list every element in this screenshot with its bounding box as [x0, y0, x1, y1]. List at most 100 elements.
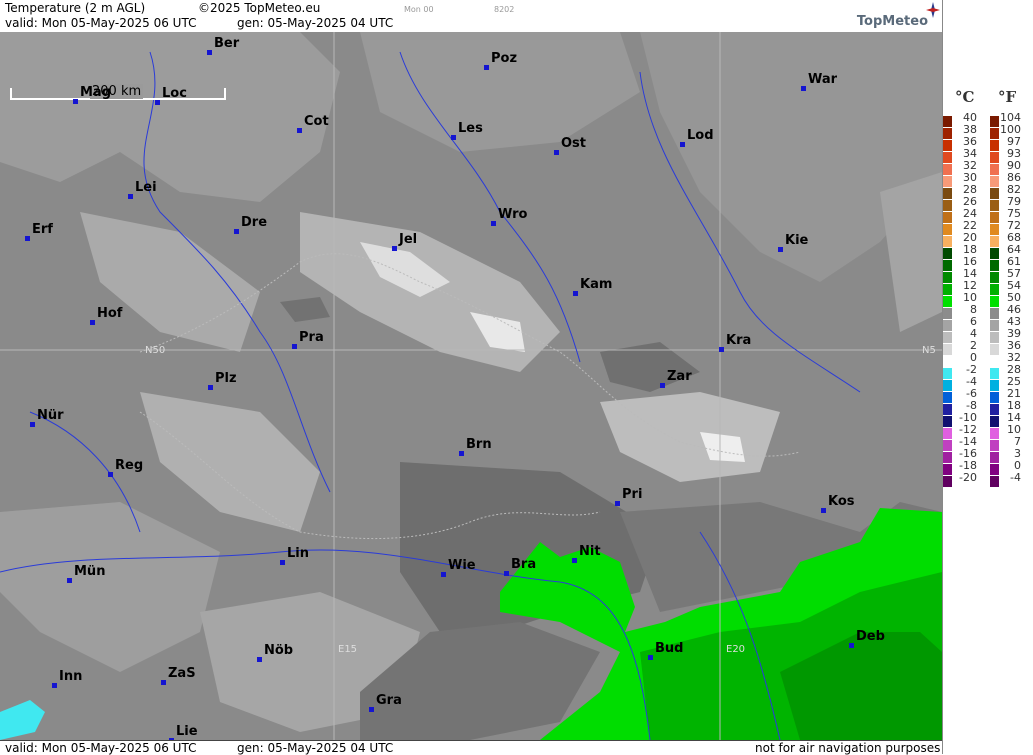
city-label: Kra: [726, 333, 752, 348]
city-label: Lod: [687, 128, 714, 143]
city-marker-icon: [680, 142, 685, 147]
city-marker-icon: [30, 422, 35, 427]
city-marker-icon: [719, 347, 724, 352]
valid-time: valid: Mon 05-May-2025 06 UTC: [5, 16, 197, 30]
city-label: Jel: [399, 232, 418, 247]
map-header: Temperature (2 m AGL) ©2025 TopMeteo.eu …: [0, 0, 942, 33]
city-label: Brn: [466, 437, 492, 452]
city-label: Lei: [135, 180, 157, 195]
city-label: Bra: [511, 557, 537, 572]
disclaimer: not for air navigation purposes: [755, 741, 941, 755]
grid-label-e15: E15: [338, 644, 358, 655]
city-label: Loc: [162, 86, 187, 101]
city-marker-icon: [504, 571, 509, 576]
run-code: Mon 00: [404, 5, 434, 14]
city-label: Hof: [97, 306, 123, 321]
unit-celsius: °C: [955, 88, 975, 106]
city-marker-icon: [280, 560, 285, 565]
city-marker-icon: [297, 128, 302, 133]
city-label: Gra: [376, 693, 402, 708]
legend-celsius-value: -20: [959, 471, 977, 484]
city-label: Deb: [856, 629, 885, 644]
city-label: Wie: [448, 558, 476, 573]
footer-generated-time: gen: 05-May-2025 04 UTC: [237, 741, 394, 755]
city-label: Ber: [214, 36, 240, 51]
city-marker-icon: [234, 229, 239, 234]
city-marker-icon: [73, 99, 78, 104]
city-marker-icon: [801, 86, 806, 91]
city-marker-icon: [821, 508, 826, 513]
city-label: Bud: [655, 641, 684, 656]
city-label: Nür: [37, 408, 64, 423]
city-marker-icon: [25, 236, 30, 241]
map-footer: valid: Mon 05-May-2025 06 UTC gen: 05-Ma…: [0, 740, 942, 755]
city-label: Kos: [828, 494, 855, 509]
city-marker-icon: [128, 194, 133, 199]
city-label: Les: [458, 121, 483, 136]
city-label: Nöb: [264, 643, 294, 658]
city-marker-icon: [392, 246, 397, 251]
city-label: Nit: [579, 544, 601, 559]
grid-label-n50: N50: [145, 345, 166, 356]
temperature-map[interactable]: 200 km N50 N5 E15 E20 Ber Poz War Mag Loc Cot…: [0, 32, 942, 740]
city-marker-icon: [572, 558, 577, 563]
city-marker-icon: [554, 150, 559, 155]
copyright: ©2025 TopMeteo.eu: [198, 1, 321, 15]
city-marker-icon: [778, 247, 783, 252]
city-label: ZaS: [168, 666, 196, 681]
city-marker-icon: [615, 501, 620, 506]
city-marker-icon: [155, 100, 160, 105]
city-marker-icon: [52, 683, 57, 688]
city-label: War: [808, 72, 838, 87]
city-label: Pra: [299, 330, 324, 345]
city-marker-icon: [451, 135, 456, 140]
city-marker-icon: [90, 320, 95, 325]
city-marker-icon: [491, 221, 496, 226]
unit-fahrenheit: °F: [998, 88, 1017, 106]
city-marker-icon: [161, 680, 166, 685]
city-label: Inn: [59, 669, 83, 684]
city-label: Kie: [785, 233, 809, 248]
city-marker-icon: [849, 643, 854, 648]
city-label: Reg: [115, 458, 144, 473]
city-label: Zar: [667, 369, 692, 384]
city-label: Cot: [304, 114, 329, 129]
city-label: Lie: [176, 724, 198, 739]
map-canvas: [0, 32, 942, 740]
city-marker-icon: [648, 655, 653, 660]
city-label: Ost: [561, 136, 587, 151]
city-label: Erf: [32, 222, 53, 237]
legend-fahrenheit-value: -4: [1010, 471, 1021, 484]
city-label: Lin: [287, 546, 309, 561]
generated-time: gen: 05-May-2025 04 UTC: [237, 16, 394, 30]
footer-valid-time: valid: Mon 05-May-2025 06 UTC: [5, 741, 197, 755]
grid-label-e20: E20: [726, 644, 746, 655]
city-label: Kam: [580, 277, 613, 292]
compass-icon: [926, 2, 940, 18]
legend-swatch: [943, 476, 952, 487]
city-marker-icon: [257, 657, 262, 662]
city-marker-icon: [484, 65, 489, 70]
city-marker-icon: [108, 472, 113, 477]
city-marker-icon: [441, 572, 446, 577]
city-label: Plz: [215, 371, 237, 386]
city-marker-icon: [208, 385, 213, 390]
city-marker-icon: [67, 578, 72, 583]
brand-logo[interactable]: TopMeteo: [857, 14, 928, 29]
city-marker-icon: [369, 707, 374, 712]
map-title: Temperature (2 m AGL): [5, 1, 146, 15]
city-marker-icon: [207, 50, 212, 55]
city-marker-icon: [573, 291, 578, 296]
city-marker-icon: [459, 451, 464, 456]
city-label: Mag: [80, 85, 112, 100]
city-label: Pri: [622, 487, 643, 502]
city-label: Poz: [491, 51, 518, 66]
city-marker-icon: [660, 383, 665, 388]
city-marker-icon: [292, 344, 297, 349]
color-legend: °C °F 40 104 38 100 36 97 34 93 32 90 30 86 28 82 26 79…: [942, 0, 1033, 754]
grid-label-n5: N5: [922, 345, 936, 356]
city-label: Mün: [74, 564, 106, 579]
map-code: 8202: [494, 5, 515, 14]
city-label: Wro: [498, 207, 528, 222]
city-label: Dre: [241, 215, 268, 230]
